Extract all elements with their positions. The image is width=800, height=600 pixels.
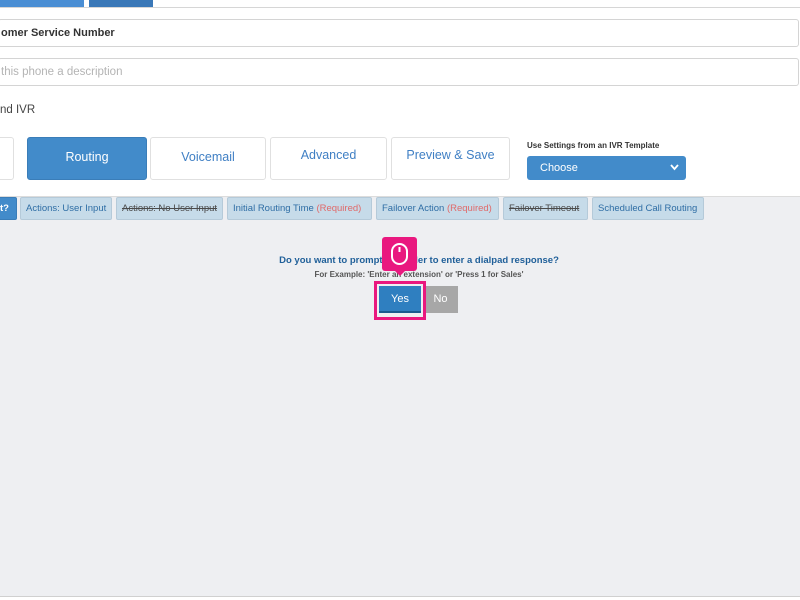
ivr-template-select[interactable]: Choose xyxy=(527,156,686,180)
no-button[interactable]: No xyxy=(423,286,458,313)
phone-name-field[interactable]: omer Service Number xyxy=(0,19,799,47)
tab-routing[interactable]: Routing xyxy=(27,137,147,180)
required-tag: (Required) xyxy=(446,203,492,214)
tab-previous[interactable] xyxy=(0,137,14,180)
step-chip-initial-routing-time[interactable]: Initial Routing Time (Required) xyxy=(227,197,372,220)
step-chip-current[interactable]: t? xyxy=(0,197,17,220)
ivr-template-selected: Choose xyxy=(540,162,578,174)
top-tab-stub-2[interactable] xyxy=(89,0,153,7)
mouse-icon xyxy=(391,243,408,265)
bottom-divider xyxy=(0,596,800,597)
top-divider xyxy=(0,7,800,8)
ivr-label: nd IVR xyxy=(0,104,36,116)
step-chip-user-input[interactable]: Actions: User Input xyxy=(20,197,112,220)
click-highlight-box xyxy=(374,281,426,320)
click-indicator xyxy=(382,237,417,276)
phone-description-field[interactable]: this phone a description xyxy=(0,58,799,86)
step-chip-failover-timeout[interactable]: Failover Timeout xyxy=(503,197,588,220)
step-chip-scheduled-call-routing[interactable]: Scheduled Call Routing xyxy=(592,197,704,220)
tab-voicemail[interactable]: Voicemail xyxy=(150,137,266,180)
tab-advanced[interactable]: Advanced xyxy=(270,137,387,180)
chevron-down-icon xyxy=(670,156,679,189)
step-chip-failover-action[interactable]: Failover Action (Required) xyxy=(376,197,499,220)
step-chip-no-user-input[interactable]: Actions: No User Input xyxy=(116,197,223,220)
tab-preview-save[interactable]: Preview & Save xyxy=(391,137,510,180)
top-tab-stub-1[interactable] xyxy=(0,0,84,7)
required-tag: (Required) xyxy=(316,203,362,214)
ivr-template-label: Use Settings from an IVR Template xyxy=(527,141,660,150)
